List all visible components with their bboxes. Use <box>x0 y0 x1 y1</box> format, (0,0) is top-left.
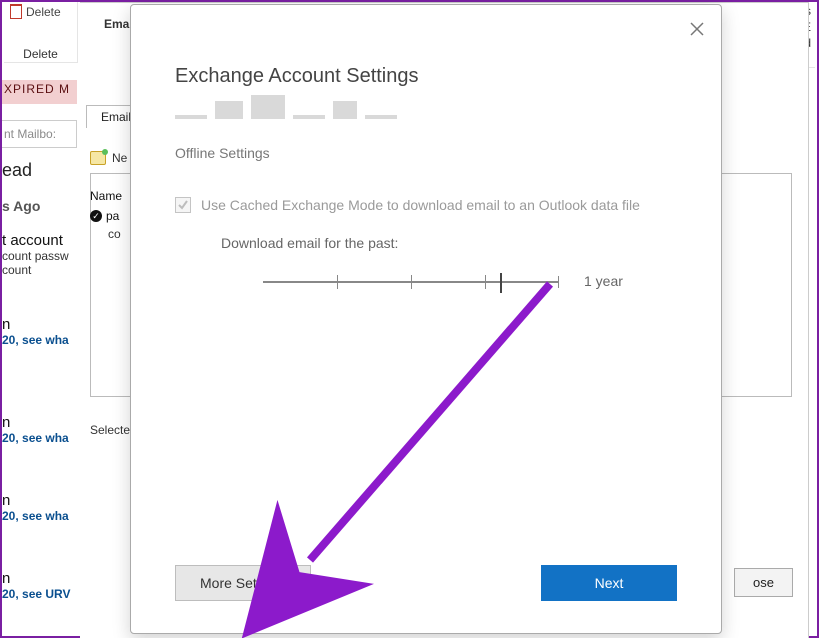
table-row: co <box>108 227 121 241</box>
email-section-label: Ema <box>104 17 129 31</box>
expired-banner: XPIRED M <box>2 80 77 104</box>
masked-email-placeholder <box>175 95 397 119</box>
new-account-button[interactable]: Ne <box>90 151 127 165</box>
more-settings-button[interactable]: More Settings <box>175 565 311 601</box>
close-icon <box>690 22 704 36</box>
list-item[interactable]: n 20, see wha <box>2 492 80 523</box>
slider-value-label: 1 year <box>584 273 623 289</box>
default-check-icon: ✓ <box>90 210 102 222</box>
delete-menu-item[interactable]: Delete <box>10 4 77 19</box>
close-button-fragment[interactable]: ose <box>734 568 793 597</box>
cached-mode-checkbox[interactable] <box>175 197 191 213</box>
list-item[interactable]: n 20, see wha <box>2 414 80 445</box>
list-item[interactable]: t account count passw count <box>2 232 80 277</box>
download-past-label: Download email for the past: <box>221 235 398 251</box>
next-button[interactable]: Next <box>541 565 677 601</box>
cached-mode-checkbox-row: Use Cached Exchange Mode to download ema… <box>175 197 640 213</box>
screenshot-stage: Delete Delete ddres ilter E Find XPIRED … <box>0 0 819 638</box>
close-button[interactable] <box>685 17 709 41</box>
trash-icon <box>10 4 22 19</box>
table-row[interactable]: ✓ pa <box>90 209 119 223</box>
cached-mode-label: Use Cached Exchange Mode to download ema… <box>201 197 640 213</box>
list-item[interactable]: n 20, see wha <box>2 316 80 347</box>
ribbon-delete-group: Delete Delete <box>4 2 78 63</box>
exchange-account-settings-dialog: Exchange Account Settings Offline Settin… <box>130 4 722 634</box>
days-ago-heading: s Ago <box>2 198 40 214</box>
new-mail-icon <box>90 151 106 165</box>
search-input[interactable]: nt Mailbo: <box>2 120 77 148</box>
unread-heading: ead <box>2 160 32 181</box>
download-range-slider[interactable] <box>263 281 559 283</box>
dialog-title: Exchange Account Settings <box>175 65 419 88</box>
column-header-name: Name <box>90 189 122 203</box>
delete-group-label: Delete <box>4 47 77 61</box>
check-icon <box>178 200 188 210</box>
list-item[interactable]: n 20, see URV <box>2 570 80 601</box>
slider-thumb[interactable] <box>500 273 502 293</box>
offline-settings-heading: Offline Settings <box>175 145 270 161</box>
